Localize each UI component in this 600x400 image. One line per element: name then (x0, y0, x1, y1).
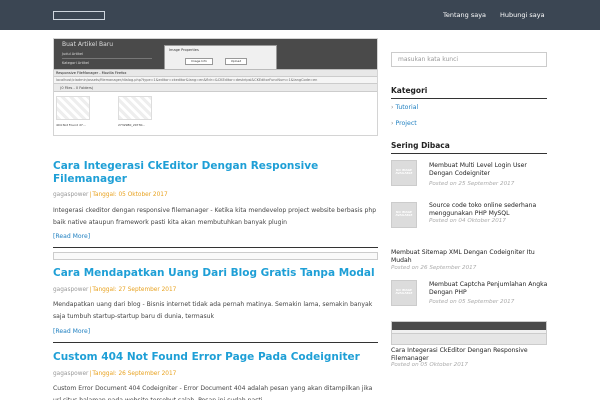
hero-dialog-tab: Image Info (185, 58, 213, 65)
no-image-label: NO IMAGE AVAILABLE (395, 210, 413, 218)
popular-post-thumbnail[interactable]: NO IMAGE AVAILABLE (391, 280, 417, 306)
categories-heading: Kategori (391, 86, 428, 95)
category-link-project[interactable]: › Project (391, 120, 417, 127)
popular-post-thumbnail[interactable]: NO IMAGE AVAILABLE (391, 202, 417, 228)
hero-image-dialog: Image Properties Image Info Upload (164, 45, 277, 71)
file-name: 2732980_20730... (118, 123, 146, 127)
post-title-link[interactable]: Cara Mendapatkan Uang Dari Blog Gratis T… (53, 267, 378, 280)
sidebar-divider (391, 153, 547, 154)
popular-post-date: Posted on 05 September 2017 (429, 299, 515, 305)
post-meta: gagaspower|Tanggal: 26 September 2017 (53, 371, 176, 377)
image-header-band (392, 322, 546, 330)
hero-admin-panel: Buat Artikel Baru Judul Artikel Kategori… (54, 39, 377, 71)
post-excerpt: Custom Error Document 404 Codeigniter - … (53, 385, 373, 400)
hero-field-label: Kategori Artikel (62, 61, 89, 65)
popular-post-link[interactable]: Membuat Multi Level Login User Dengan Co… (429, 162, 549, 178)
search-input[interactable] (391, 52, 547, 67)
no-image-label: NO IMAGE AVAILABLE (395, 168, 413, 176)
popular-post-date: Posted on 26 September 2017 (391, 265, 477, 271)
post-date: Tanggal: 26 September 2017 (92, 371, 177, 377)
hero-file-count: (0 Files - 0 Folders) (54, 84, 377, 92)
post-excerpt: Integerasi ckeditor dengan responsive fi… (53, 207, 377, 226)
category-label: Tutorial (395, 104, 419, 111)
hero-dialog-title: Image Properties (169, 48, 199, 52)
post-excerpt: Mendapatkan uang dari blog - Bisnis inte… (53, 301, 373, 320)
hero-field-label: Judul Artikel (62, 52, 83, 56)
read-more-link[interactable]: [Read More] (53, 328, 90, 335)
nav-link-tentang-saya[interactable]: Tentang saya (443, 11, 486, 19)
popular-heading: Sering Dibaca (391, 141, 450, 150)
image-toolbar-band (392, 330, 546, 334)
popular-post-link[interactable]: Source code toko online sederhana menggu… (429, 202, 549, 218)
file-thumbnail (118, 96, 152, 120)
hero-url-bar: localhost/ciadmin/assets/filemanager/dia… (54, 76, 377, 84)
popular-post-link[interactable]: Membuat Captcha Penjumlahan Angka Dengan… (429, 281, 549, 297)
post-date: Tanggal: 05 Oktober 2017 (92, 192, 168, 198)
file-name: 404 Not Found d7... (56, 123, 86, 127)
site-logo[interactable] (53, 11, 105, 20)
post-title-link[interactable]: Custom 404 Not Found Error Page Pada Cod… (53, 351, 378, 364)
hero-window-title: Responsive FileManager - Mozilla Firefox (54, 69, 377, 76)
post-divider (53, 342, 378, 343)
post-title-link[interactable]: Cara Integerasi CkEditor Dengan Responsi… (53, 160, 378, 186)
nav-link-hubungi-saya[interactable]: Hubungi saya (500, 11, 545, 19)
popular-post-image[interactable] (391, 321, 547, 345)
post-meta: gagaspower|Tanggal: 27 September 2017 (53, 287, 176, 293)
popular-post-date: Posted on 05 Oktober 2017 (391, 362, 468, 368)
read-more-link[interactable]: [Read More] (53, 233, 90, 240)
sidebar-divider (391, 98, 547, 99)
top-navbar: Tentang saya Hubungi saya (0, 0, 600, 30)
popular-post-link[interactable]: Cara Integerasi CkEditor Dengan Responsi… (391, 347, 551, 363)
popular-post-date: Posted on 25 September 2017 (429, 181, 515, 187)
post-featured-image[interactable]: Buat Artikel Baru Judul Artikel Kategori… (53, 38, 378, 136)
popular-post-date: Posted on 04 Oktober 2017 (429, 218, 506, 224)
post-featured-image[interactable] (53, 252, 378, 260)
hero-field-line (62, 58, 152, 59)
hero-file-grid: 404 Not Found d7... 2732980_20730... (54, 92, 377, 135)
file-thumbnail (56, 96, 90, 120)
popular-post-link[interactable]: Membuat Sitemap XML Dengan Codeigniter I… (391, 249, 551, 265)
hero-page-heading: Buat Artikel Baru (62, 41, 114, 48)
post-author[interactable]: gagaspower (53, 192, 88, 198)
post-author[interactable]: gagaspower (53, 287, 88, 293)
post-date: Tanggal: 27 September 2017 (92, 287, 177, 293)
hero-dialog-tab: Upload (225, 58, 247, 65)
no-image-label: NO IMAGE AVAILABLE (395, 288, 413, 296)
category-label: Project (395, 120, 417, 127)
popular-post-thumbnail[interactable]: NO IMAGE AVAILABLE (391, 160, 417, 186)
category-link-tutorial[interactable]: › Tutorial (391, 104, 418, 111)
post-meta: gagaspower|Tanggal: 05 Oktober 2017 (53, 192, 168, 198)
post-divider (53, 247, 378, 248)
post-author[interactable]: gagaspower (53, 371, 88, 377)
